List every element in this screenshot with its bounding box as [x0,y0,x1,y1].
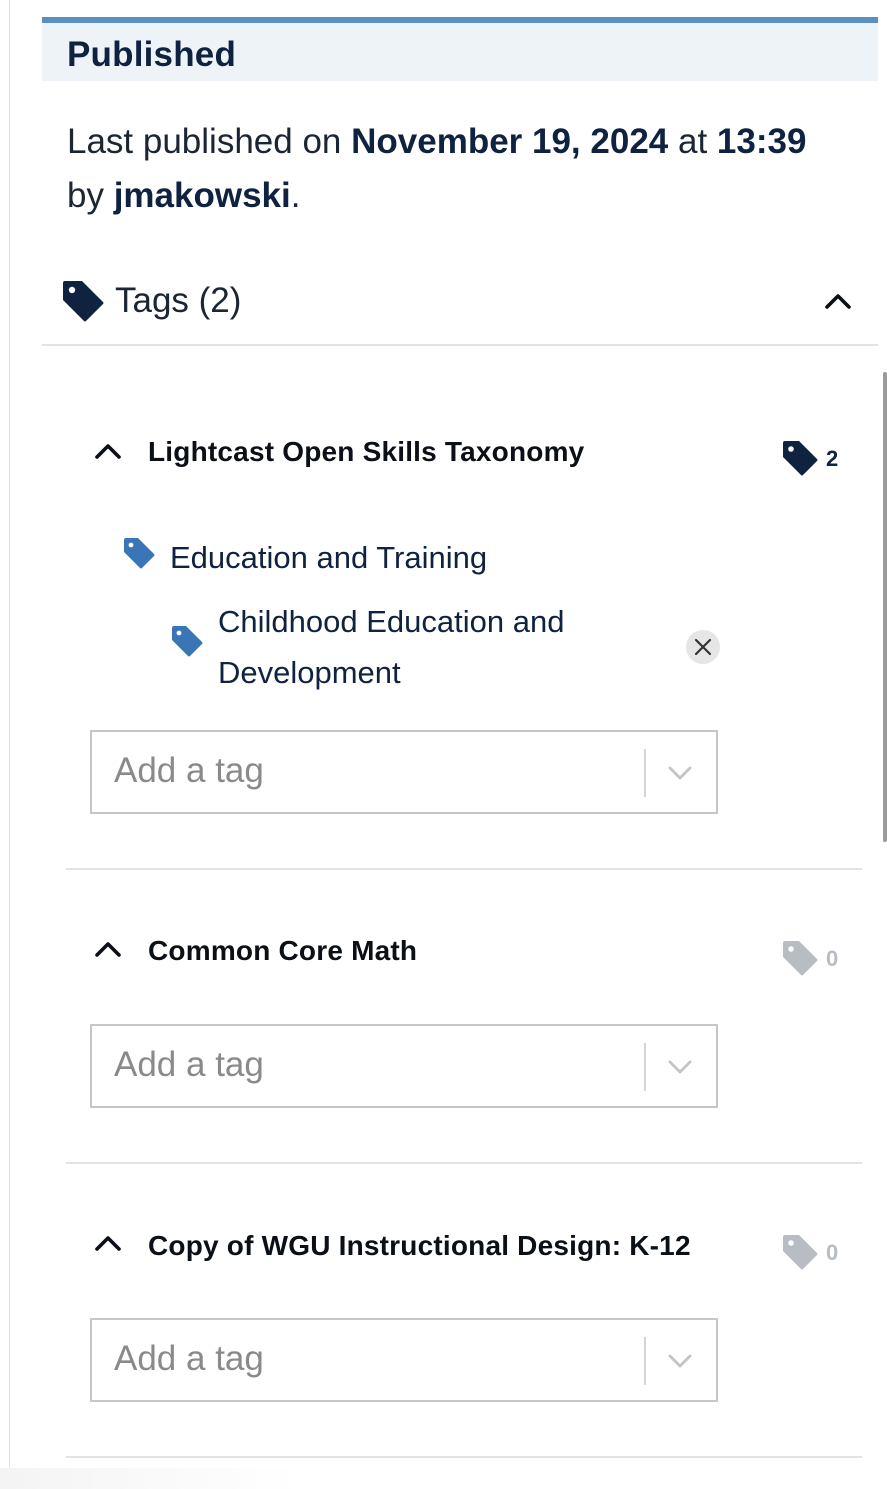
add-tag-select[interactable]: Add a tag [90,730,718,814]
close-icon [694,638,712,656]
tag-count: 0 [826,1240,839,1265]
publish-user: jmakowski [113,176,291,215]
tag-count: 0 [826,946,839,971]
publish-time: 13:39 [716,122,807,161]
publish-at: at [668,122,717,161]
status-header: Published [42,17,878,81]
select-separator [644,749,646,797]
chevron-down-icon[interactable] [666,1346,694,1374]
tag-label-line2: Development [218,655,401,690]
applied-tag: Education and Training [122,532,622,584]
taxonomy-divider [66,868,862,870]
tag-count: 2 [826,446,839,471]
add-tag-placeholder: Add a tag [114,1339,264,1378]
panel-left-border [9,0,10,1489]
publish-suffix: . [290,176,301,215]
bottom-shadow [0,1468,300,1489]
select-separator [644,1337,646,1385]
tag-count-icon [783,441,818,476]
sidebar-panel: Published Last published on November 19,… [42,0,878,1489]
taxonomy-wgu-instructional-design: Copy of WGU Instructional Design: K-12 0… [66,1212,862,1460]
taxonomy-lightcast: Lightcast Open Skills Taxonomy 2 Educati… [66,420,862,872]
add-tag-select[interactable]: Add a tag [90,1024,718,1108]
publish-date: November 19, 2024 [351,122,669,161]
applied-tag: Childhood Education and Development [170,596,730,700]
publish-info: Last published on November 19, 2024 at 1… [67,115,867,223]
taxonomy-title[interactable]: Common Core Math [148,935,417,967]
tag-count-icon [783,941,818,976]
add-tag-select[interactable]: Add a tag [90,1318,718,1402]
status-title: Published [67,35,237,74]
tag-icon [124,538,155,569]
taxonomy-divider [66,1456,862,1458]
tags-section-header[interactable]: Tags (2) [42,272,878,346]
taxonomy-common-core-math: Common Core Math 0 Add a tag [66,918,862,1166]
scrollbar-thumb[interactable] [883,372,887,842]
chevron-down-icon[interactable] [666,758,694,786]
tag-label-line1: Childhood Education and [218,604,565,639]
add-tag-placeholder: Add a tag [114,1045,264,1084]
tag-icon [63,281,104,322]
taxonomy-title[interactable]: Lightcast Open Skills Taxonomy [148,436,584,468]
chevron-up-icon[interactable] [92,436,124,468]
tags-section-title: Tags (2) [115,281,242,320]
chevron-up-icon[interactable] [92,1228,124,1260]
tag-icon [172,626,203,657]
tag-count-icon [783,1235,818,1270]
chevron-up-icon[interactable] [92,934,124,966]
publish-by: by [67,176,114,215]
chevron-up-icon[interactable] [822,286,854,318]
publish-prefix: Last published on [67,122,352,161]
taxonomy-divider [66,1162,862,1164]
taxonomy-title[interactable]: Copy of WGU Instructional Design: K-12 [148,1230,691,1262]
chevron-down-icon[interactable] [666,1052,694,1080]
select-separator [644,1043,646,1091]
tag-label: Education and Training [170,540,488,575]
add-tag-placeholder: Add a tag [114,751,264,790]
remove-tag-button[interactable] [686,630,720,664]
